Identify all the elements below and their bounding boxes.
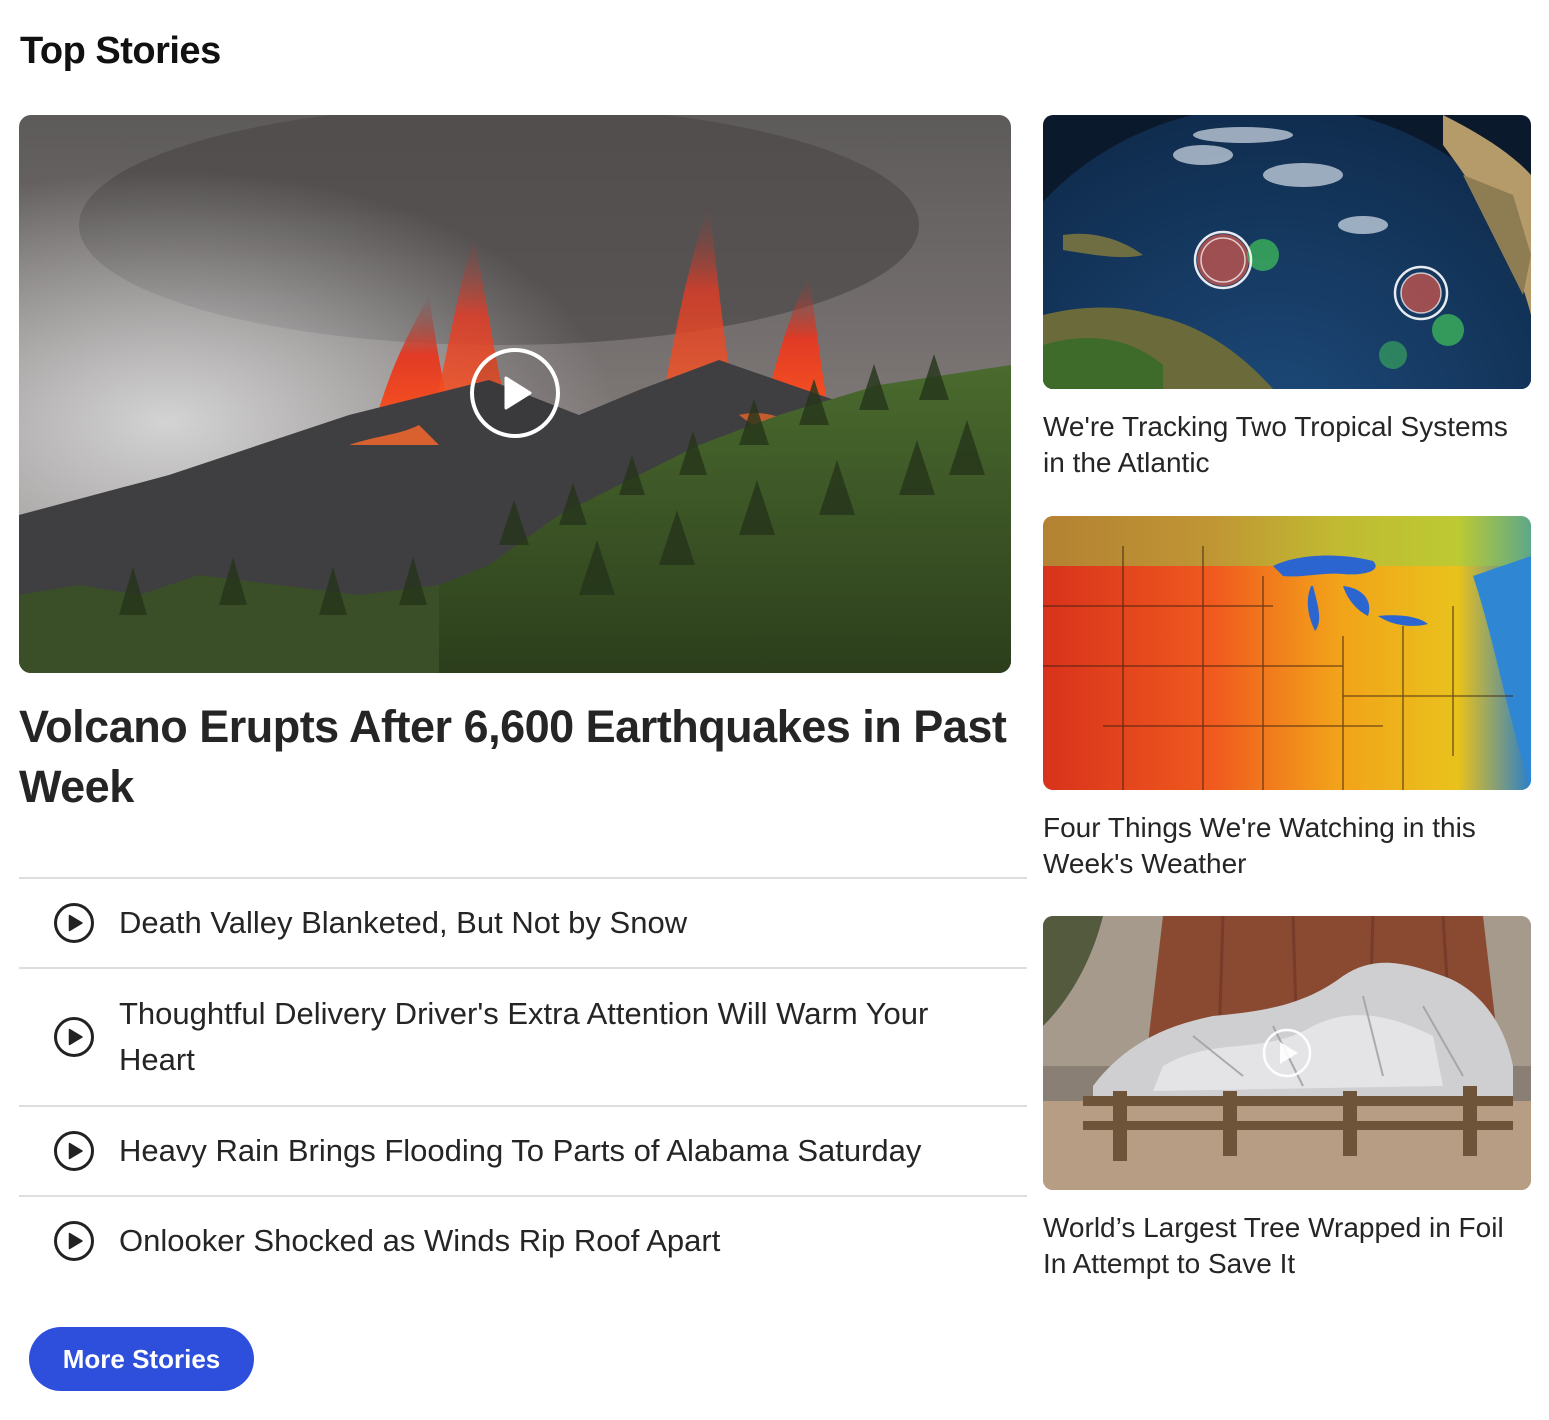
foil-wrapped-tree-photo bbox=[1043, 916, 1531, 1190]
more-stories-button[interactable]: More Stories bbox=[29, 1327, 254, 1391]
side-story-image[interactable] bbox=[1043, 115, 1531, 389]
play-button-icon[interactable] bbox=[469, 347, 561, 439]
lead-story[interactable]: Volcano Erupts After 6,600 Earthquakes i… bbox=[19, 115, 1011, 817]
side-story-tropical[interactable]: We're Tracking Two Tropical Systems in t… bbox=[1043, 115, 1531, 481]
side-story-image[interactable] bbox=[1043, 516, 1531, 790]
section-title: Top Stories bbox=[20, 30, 221, 72]
side-story-tree[interactable]: World’s Largest Tree Wrapped in Foil In … bbox=[1043, 916, 1531, 1282]
list-item-title: Death Valley Blanketed, But Not by Snow bbox=[119, 905, 688, 940]
side-story-image[interactable] bbox=[1043, 916, 1531, 1190]
list-item[interactable]: Death Valley Blanketed, But Not by Snow bbox=[19, 879, 1027, 969]
play-circle-icon bbox=[54, 903, 94, 943]
us-temperature-map bbox=[1043, 516, 1531, 790]
lead-story-title[interactable]: Volcano Erupts After 6,600 Earthquakes i… bbox=[19, 697, 1011, 817]
side-story-weather[interactable]: Four Things We're Watching in this Week'… bbox=[1043, 516, 1531, 882]
side-story-title[interactable]: Four Things We're Watching in this Week'… bbox=[1043, 810, 1531, 882]
lead-story-image[interactable] bbox=[19, 115, 1011, 673]
story-list: Death Valley Blanketed, But Not by Snow … bbox=[19, 877, 1027, 1285]
atlantic-satellite-map bbox=[1043, 115, 1531, 389]
play-circle-icon bbox=[54, 1221, 94, 1261]
side-story-title[interactable]: We're Tracking Two Tropical Systems in t… bbox=[1043, 409, 1531, 481]
list-item[interactable]: Thoughtful Delivery Driver's Extra Atten… bbox=[19, 969, 1027, 1107]
play-circle-icon bbox=[54, 1131, 94, 1171]
side-story-title[interactable]: World’s Largest Tree Wrapped in Foil In … bbox=[1043, 1210, 1531, 1282]
list-item-title: Heavy Rain Brings Flooding To Parts of A… bbox=[119, 1133, 922, 1168]
list-item-title: Thoughtful Delivery Driver's Extra Atten… bbox=[119, 996, 929, 1077]
list-item-title: Onlooker Shocked as Winds Rip Roof Apart bbox=[119, 1223, 721, 1258]
list-item[interactable]: Heavy Rain Brings Flooding To Parts of A… bbox=[19, 1107, 1027, 1197]
play-circle-icon bbox=[54, 1017, 94, 1057]
list-item[interactable]: Onlooker Shocked as Winds Rip Roof Apart bbox=[19, 1197, 1027, 1285]
